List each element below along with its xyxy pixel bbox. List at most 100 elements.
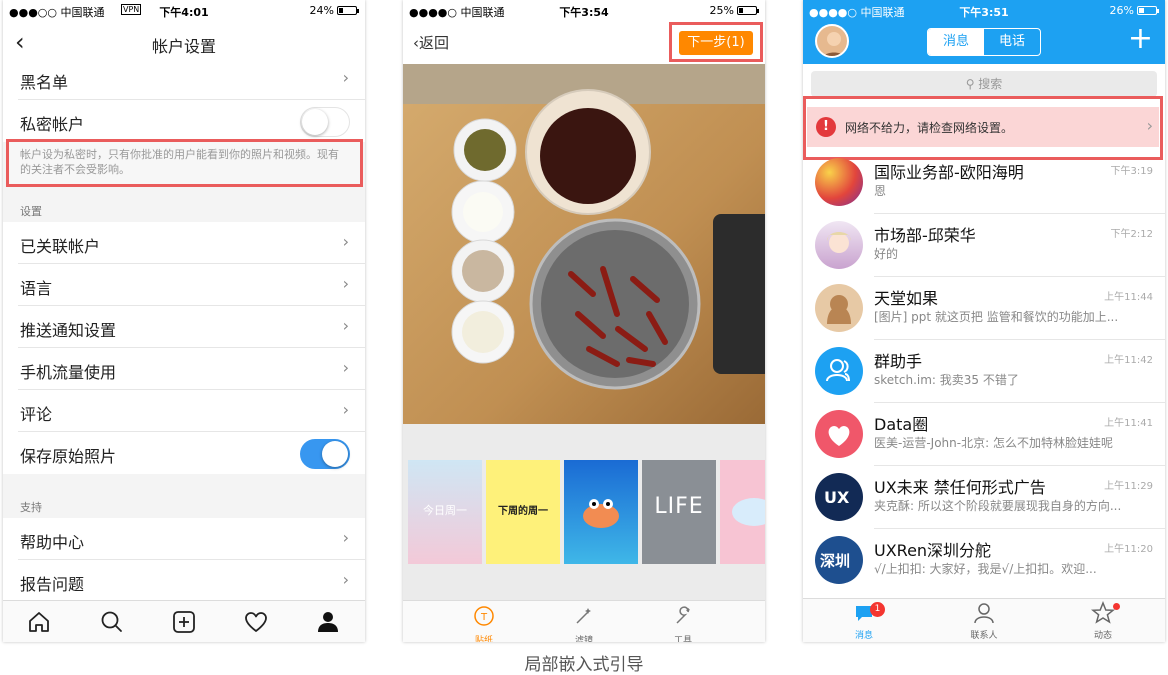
chat-name: 天堂如果 <box>874 289 939 308</box>
chat-preview: sketch.im: 我卖35 不错了 <box>874 373 1019 387</box>
svg-text:T: T <box>480 612 488 623</box>
network-alert-banner[interactable]: ! 网络不给力，请检查网络设置。 › <box>807 107 1159 147</box>
tab-calls-segment[interactable]: 电话 <box>984 29 1040 55</box>
section-header-support: 支持 <box>20 501 42 514</box>
tab-contacts[interactable]: 联系人 <box>954 601 1014 641</box>
segmented-control: 消息 电话 <box>927 28 1041 56</box>
chat-row[interactable]: Data圈 医美-运营-John-北京: 怎么不加特林脸娃娃呢 上午11:41 <box>803 403 1165 466</box>
sticker-thumb[interactable]: 今日周一 <box>408 460 482 564</box>
tab-sticker[interactable]: T 贴纸 <box>454 605 514 642</box>
tab-moments[interactable]: 动态 <box>1073 600 1133 641</box>
heart-icon[interactable] <box>242 608 270 636</box>
chevron-right-icon: › <box>342 528 349 547</box>
avatar <box>815 221 863 269</box>
chat-preview: 医美-运营-John-北京: 怎么不加特林脸娃娃呢 <box>874 436 1113 450</box>
chat-row[interactable]: UX UX未来 禁任何形式广告 夹克酥: 所以这个阶段就要展现我自身的方向...… <box>803 466 1165 529</box>
contacts-icon <box>974 603 994 624</box>
chat-name: UXRen深圳分舵 <box>874 541 992 560</box>
sticker-thumb[interactable] <box>720 460 765 564</box>
section-header-settings: 设置 <box>20 205 42 218</box>
chevron-right-icon: › <box>342 400 349 419</box>
unread-badge: 1 <box>870 602 885 617</box>
avatar <box>815 158 863 206</box>
chat-name: UX未来 禁任何形式广告 <box>874 478 1046 497</box>
profile-icon[interactable] <box>314 608 342 636</box>
section-background <box>3 474 365 520</box>
chat-preview: 好的 <box>874 247 899 261</box>
status-bar: ●●●●○ 中国联通 下午3:51 26% <box>803 0 1165 22</box>
my-avatar[interactable] <box>815 24 849 58</box>
status-bar: ●●●○○ 中国联通 VPN 下午4:01 24% <box>3 0 365 22</box>
private-account-note: 帐户设为私密时，只有你批准的用户能看到你的照片和视频。现有的关注者不会受影响。 <box>6 139 363 187</box>
sticker-thumb[interactable]: LIFE <box>642 460 716 564</box>
chat-time: 下午2:12 <box>1110 229 1153 240</box>
private-account-toggle[interactable] <box>300 107 350 137</box>
page-title: 帐户设置 <box>151 37 216 56</box>
back-button[interactable]: ‹返回 <box>413 32 449 53</box>
chat-row[interactable]: 深圳 UXRen深圳分舵 √/上扣扣: 大家好，我是√/上扣扣。欢迎... 上午… <box>803 529 1165 592</box>
status-bar: ●●●●○ 中国联通 下午3:54 25% <box>403 0 765 22</box>
save-photos-toggle[interactable] <box>300 439 350 469</box>
chat-row[interactable]: 国际业务部-欧阳海明 恩 下午3:19 <box>803 151 1165 214</box>
settings-row-blacklist[interactable]: 黑名单 › <box>3 58 365 100</box>
chat-preview: 恩 <box>874 184 887 198</box>
chat-row[interactable]: 群助手 sketch.im: 我卖35 不错了 上午11:42 <box>803 340 1165 403</box>
avatar: UX <box>815 473 863 521</box>
chat-time: 上午11:44 <box>1104 292 1153 303</box>
chat-preview: √/上扣扣: 大家好，我是√/上扣扣。欢迎... <box>874 562 1097 576</box>
chevron-right-icon: › <box>342 358 349 377</box>
tab-filter[interactable]: 滤镜 <box>554 605 614 642</box>
main-tab-bar: 消息 1 联系人 动态 <box>803 598 1165 642</box>
chat-name: 市场部-邱荣华 <box>874 226 976 245</box>
add-post-icon[interactable] <box>170 608 198 636</box>
sticker-icon: T <box>454 605 514 633</box>
settings-row-linked-accounts[interactable]: 已关联帐户 › <box>3 222 365 264</box>
messages-screen: ●●●●○ 中国联通 下午3:51 26% 消息 电话 + ⚲ 搜索 ! 网络不… <box>803 0 1165 642</box>
battery-indicator: 25% <box>710 4 759 17</box>
sticker-thumb[interactable] <box>564 460 638 564</box>
next-step-highlight: 下一步(1) <box>669 22 763 62</box>
row-label: 报告问题 <box>20 575 85 594</box>
add-icon[interactable]: + <box>1128 24 1153 54</box>
chat-row[interactable]: 天堂如果 [图片] ppt 就这页把 监管和餐饮的功能加上... 上午11:44 <box>803 277 1165 340</box>
chevron-right-icon: › <box>342 68 349 87</box>
settings-row-push-notifications[interactable]: 推送通知设置 › <box>3 306 365 348</box>
next-step-button[interactable]: 下一步(1) <box>679 31 753 55</box>
settings-row-help-center[interactable]: 帮助中心 › <box>3 518 365 560</box>
avatar <box>815 284 863 332</box>
row-label: 私密帐户 <box>20 115 85 134</box>
search-icon[interactable] <box>98 608 126 636</box>
chevron-right-icon: › <box>342 316 349 335</box>
row-label: 语言 <box>20 279 53 298</box>
settings-row-report-problem[interactable]: 报告问题 › <box>3 560 365 602</box>
row-label: 已关联帐户 <box>20 237 101 256</box>
chat-name: 国际业务部-欧阳海明 <box>874 163 1024 182</box>
svg-text:UX: UX <box>824 488 850 507</box>
chat-row[interactable]: 市场部-邱荣华 好的 下午2:12 <box>803 214 1165 277</box>
sticker-thumb[interactable]: 下周的周一 <box>486 460 560 564</box>
alert-text: 网络不给力，请检查网络设置。 <box>845 121 1014 135</box>
row-label: 手机流量使用 <box>20 363 117 382</box>
new-moments-dot <box>1113 603 1120 610</box>
settings-row-language[interactable]: 语言 › <box>3 264 365 306</box>
heart-avatar-icon <box>815 410 863 458</box>
chat-time: 上午11:42 <box>1104 355 1153 366</box>
home-icon[interactable] <box>25 608 53 636</box>
chevron-right-icon: › <box>342 570 349 589</box>
warning-icon: ! <box>816 117 836 137</box>
editor-tab-bar: T 贴纸 滤镜 工具 <box>403 600 765 642</box>
account-settings-screen: ●●●○○ 中国联通 VPN 下午4:01 24% ‹ 帐户设置 黑名单 › 私… <box>3 0 365 642</box>
edit-photo <box>403 64 765 424</box>
header-bar: ●●●●○ 中国联通 下午3:51 26% 消息 电话 + <box>803 0 1165 64</box>
settings-row-cellular-data[interactable]: 手机流量使用 › <box>3 348 365 390</box>
tab-messages[interactable]: 消息 <box>834 601 894 641</box>
chat-time: 上午11:41 <box>1104 418 1153 429</box>
chevron-right-icon: › <box>342 232 349 251</box>
tab-messages-segment[interactable]: 消息 <box>928 29 984 55</box>
chevron-right-icon: › <box>342 274 349 293</box>
tab-tools[interactable]: 工具 <box>653 605 713 642</box>
search-input[interactable]: ⚲ 搜索 <box>811 71 1157 97</box>
search-icon: ⚲ <box>965 77 979 91</box>
row-label: 推送通知设置 <box>20 321 117 340</box>
settings-row-comments[interactable]: 评论 › <box>3 390 365 432</box>
